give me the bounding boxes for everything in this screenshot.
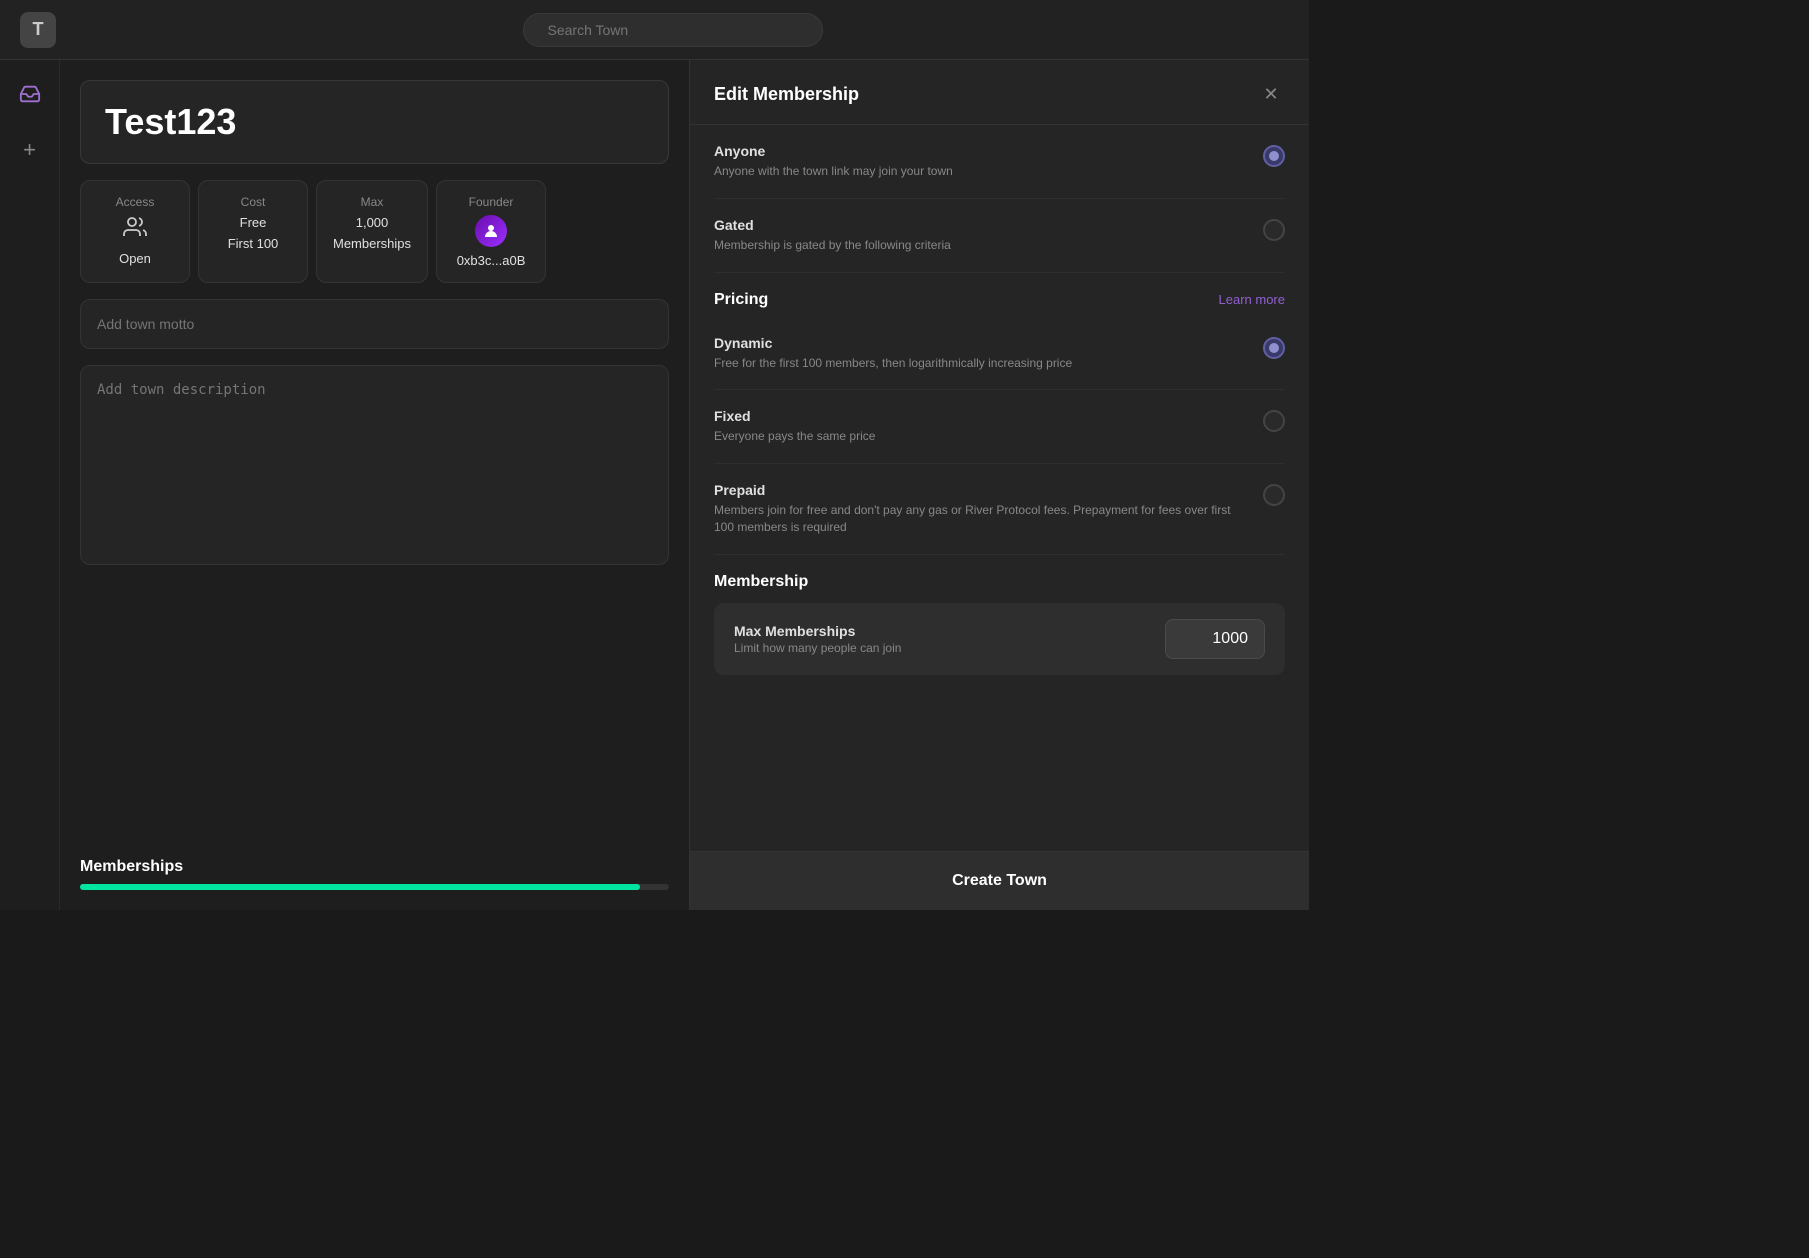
option-dynamic-desc: Free for the first 100 members, then log… — [714, 355, 1247, 372]
stat-value-founder-address: 0xb3c...a0B — [457, 253, 526, 268]
option-prepaid-radio[interactable] — [1263, 484, 1285, 506]
stat-label-founder: Founder — [469, 195, 514, 209]
max-memberships-input[interactable] — [1165, 619, 1265, 659]
add-icon: + — [23, 137, 36, 163]
main-layout: + Access — [0, 60, 1309, 910]
stat-card-access: Access Open — [80, 180, 190, 283]
option-anyone[interactable]: Anyone Anyone with the town link may joi… — [714, 125, 1285, 199]
stat-label-cost: Cost — [241, 195, 266, 209]
sidebar-item-add[interactable]: + — [12, 132, 48, 168]
stat-card-max: Max 1,000 Memberships — [316, 180, 428, 283]
motto-input[interactable] — [80, 299, 669, 349]
stats-row: Access Open Cost Free Fi — [80, 180, 669, 283]
panel-header: Edit Membership ✕ — [690, 60, 1309, 125]
learn-more-link[interactable]: Learn more — [1219, 292, 1285, 307]
progress-bar-fill — [80, 884, 640, 890]
option-anyone-desc: Anyone with the town link may join your … — [714, 163, 1247, 180]
option-gated-title: Gated — [714, 217, 1247, 233]
option-dynamic[interactable]: Dynamic Free for the first 100 members, … — [714, 317, 1285, 391]
option-fixed-desc: Everyone pays the same price — [714, 428, 1247, 445]
memberships-section: Memberships — [80, 858, 669, 890]
option-prepaid-title: Prepaid — [714, 482, 1247, 498]
users-icon — [123, 215, 147, 245]
topbar: T — [0, 0, 1309, 60]
option-fixed[interactable]: Fixed Everyone pays the same price — [714, 390, 1285, 464]
description-input[interactable] — [80, 365, 669, 565]
stat-card-cost: Cost Free First 100 — [198, 180, 308, 283]
option-gated[interactable]: Gated Membership is gated by the followi… — [714, 199, 1285, 273]
membership-section: Membership Max Memberships Limit how man… — [714, 555, 1285, 693]
option-dynamic-radio[interactable] — [1263, 337, 1285, 359]
option-dynamic-title: Dynamic — [714, 335, 1247, 351]
logo[interactable]: T — [20, 12, 56, 48]
inbox-icon — [19, 83, 41, 105]
left-panel: Access Open Cost Free Fi — [60, 60, 689, 910]
panel-title: Edit Membership — [714, 84, 859, 105]
pricing-section-header: Pricing Learn more — [714, 273, 1285, 317]
stat-value-cost-first100: First 100 — [228, 236, 279, 251]
right-panel: Edit Membership ✕ Anyone Anyone with the… — [689, 60, 1309, 910]
search-input[interactable] — [523, 13, 823, 47]
founder-avatar — [475, 215, 507, 247]
stat-value-max-memberships: Memberships — [333, 236, 411, 251]
stat-value-cost-free: Free — [240, 215, 267, 230]
memberships-label: Memberships — [80, 858, 669, 876]
stat-value-max-count: 1,000 — [356, 215, 389, 230]
town-name-input[interactable] — [80, 80, 669, 164]
option-gated-radio[interactable] — [1263, 219, 1285, 241]
progress-bar-container — [80, 884, 669, 890]
close-button[interactable]: ✕ — [1257, 80, 1285, 108]
option-prepaid[interactable]: Prepaid Members join for free and don't … — [714, 464, 1285, 555]
option-gated-desc: Membership is gated by the following cri… — [714, 237, 1247, 254]
content-area: Access Open Cost Free Fi — [60, 60, 1309, 910]
option-anyone-title: Anyone — [714, 143, 1247, 159]
sidebar: + — [0, 60, 60, 910]
search-container — [56, 13, 1289, 47]
option-fixed-title: Fixed — [714, 408, 1247, 424]
option-fixed-radio[interactable] — [1263, 410, 1285, 432]
pricing-label: Pricing — [714, 291, 768, 309]
membership-row: Max Memberships Limit how many people ca… — [714, 603, 1285, 675]
option-anyone-radio[interactable] — [1263, 145, 1285, 167]
sidebar-item-inbox[interactable] — [12, 76, 48, 112]
stat-card-founder: Founder 0xb3c...a0B — [436, 180, 546, 283]
option-prepaid-desc: Members join for free and don't pay any … — [714, 502, 1247, 536]
close-icon: ✕ — [1263, 84, 1278, 105]
panel-body: Anyone Anyone with the town link may joi… — [690, 125, 1309, 851]
stat-value-access: Open — [119, 251, 151, 266]
stat-label-access: Access — [116, 195, 155, 209]
max-memberships-desc: Limit how many people can join — [734, 641, 901, 655]
create-town-button[interactable]: Create Town — [690, 851, 1309, 910]
membership-section-title: Membership — [714, 573, 1285, 591]
max-memberships-title: Max Memberships — [734, 623, 901, 639]
stat-label-max: Max — [361, 195, 384, 209]
